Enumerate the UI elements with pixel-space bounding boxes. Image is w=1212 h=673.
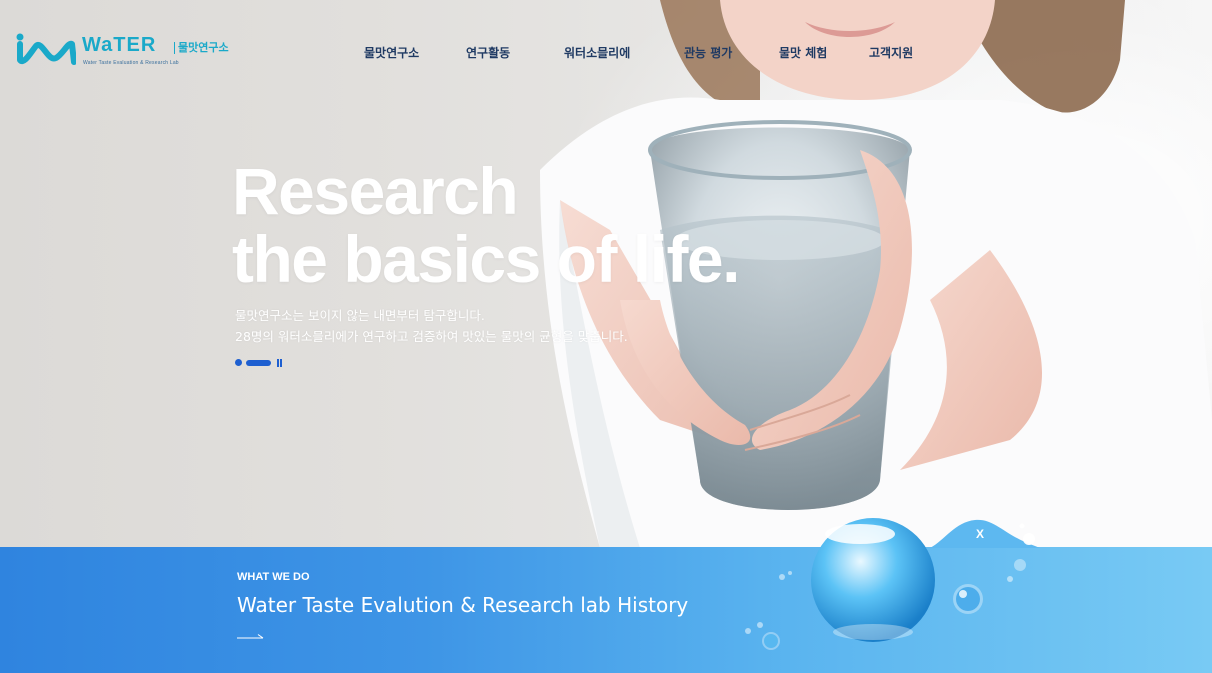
slide-dot-1[interactable] [235, 359, 242, 366]
hero-description-line1: 물맛연구소는 보이지 않는 내면부터 탐구합니다. [235, 308, 485, 323]
hero-headline-line2: the basics of life. [232, 222, 740, 296]
band-title-link[interactable]: Water Taste Evalution & Research lab His… [237, 593, 688, 617]
what-we-do-band: WHAT WE DO Water Taste Evalution & Resea… [0, 547, 1212, 673]
logo-korean-name: 물맛연구소 [174, 42, 229, 54]
nav-item-sensory-evaluation[interactable]: 관능 평가 [684, 44, 732, 61]
hero-section: WaTER 물맛연구소 Water Taste Evaluation & Res… [0, 0, 1212, 548]
slide-dot-active[interactable] [246, 360, 271, 366]
nav-item-customer-support[interactable]: 고객지원 [869, 44, 913, 61]
site-logo[interactable]: WaTER 물맛연구소 Water Taste Evaluation & Res… [16, 32, 236, 72]
band-eyebrow: WHAT WE DO [237, 571, 310, 583]
hero-description: 물맛연구소는 보이지 않는 내면부터 탐구합니다. 28명의 워터소믈리에가 연… [235, 305, 675, 347]
hero-description-line2: 28명의 워터소믈리에가 연구하고 검증하여 맛있는 물맛의 균형을 맞춥니다. [235, 329, 628, 344]
nav-item-research[interactable]: 연구활동 [466, 44, 510, 61]
pause-icon[interactable] [276, 359, 283, 367]
wave-decoration [930, 519, 1040, 548]
hero-headline: Research the basics of life. [232, 154, 740, 296]
logo-tagline: Water Taste Evaluation & Research Lab [83, 60, 179, 66]
nav-item-water-experience[interactable]: 물맛 체험 [779, 44, 827, 61]
nav-item-water-lab[interactable]: 물맛연구소 [364, 44, 419, 61]
close-button[interactable]: X [972, 526, 988, 542]
logo-wordmark: WaTER [82, 34, 157, 56]
nav-item-water-sommelier[interactable]: 워터소믈리에 [564, 44, 630, 61]
water-drop-decoration [811, 518, 935, 642]
logo-mark-icon [16, 33, 76, 65]
long-arrow-right-icon[interactable] [237, 633, 265, 641]
hero-headline-line1: Research [232, 154, 519, 228]
